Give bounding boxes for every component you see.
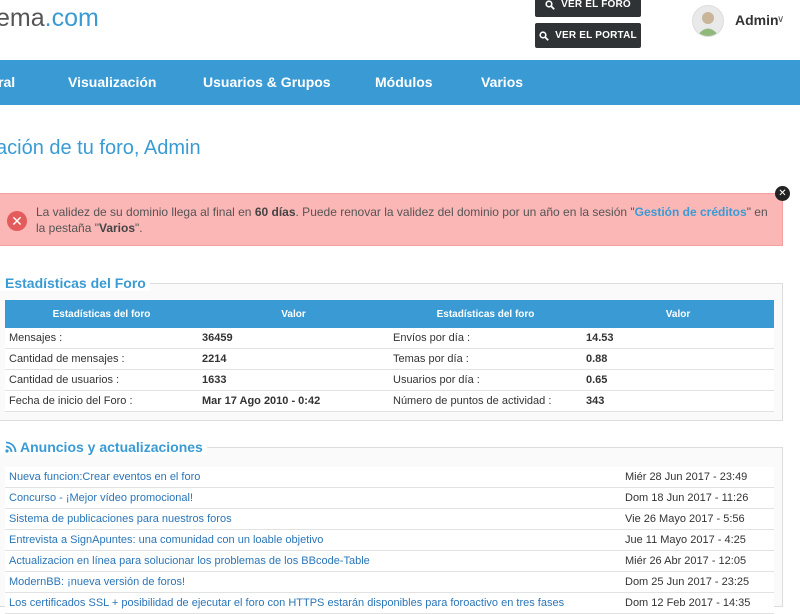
user-avatar-icon (693, 6, 723, 36)
top-header: ema.com VER EL FORO VER EL PORTAL Admin … (0, 0, 800, 60)
table-row: Cantidad de usuarios : 1633 Usuarios por… (5, 369, 774, 391)
stat-label: Mensajes : (5, 328, 198, 349)
column-header: Valor (198, 300, 389, 328)
alert-days: 60 días (254, 205, 296, 219)
stat-label: Fecha de inicio del Foro : (5, 390, 198, 412)
stat-label: Temas por día : (389, 348, 582, 370)
news-date: Dom 12 Feb 2017 - 14:35 (621, 592, 774, 614)
logo-text: ema (0, 4, 45, 32)
column-header: Estadísticas del foro (5, 300, 198, 328)
news-link[interactable]: Entrevista a SignApuntes: una comunidad … (5, 529, 621, 551)
stat-value: 0.88 (582, 348, 774, 370)
alert-text-1: La validez de su dominio llega al final … (36, 205, 255, 219)
tab-misc[interactable]: Varios (481, 74, 523, 90)
stat-label: Cantidad de usuarios : (5, 369, 198, 391)
page-title: ación de tu foro, Admin (0, 137, 201, 159)
stat-value: 0.65 (582, 369, 774, 391)
search-icon (545, 0, 555, 10)
table-row: Entrevista a SignApuntes: una comunidad … (5, 529, 774, 551)
news-link[interactable]: Sistema de publicaciones para nuestros f… (5, 508, 621, 530)
news-date: Jue 11 Mayo 2017 - 4:25 (621, 529, 774, 551)
view-portal-button[interactable]: VER EL PORTAL (535, 23, 641, 48)
error-icon: ✕ (7, 211, 27, 231)
rss-icon (5, 441, 17, 453)
stat-value: 2214 (198, 348, 389, 370)
table-row: Actualizacion en línea para solucionar l… (5, 550, 774, 572)
table-row: Concurso - ¡Mejor vídeo promocional! Dom … (5, 487, 774, 509)
alert-message: La validez de su dominio llega al final … (36, 204, 771, 236)
stat-value: Mar 17 Ago 2010 - 0:42 (198, 390, 389, 412)
main-nav: ral Visualización Usuarios & Grupos Módu… (0, 60, 800, 105)
news-link[interactable]: ModernBB: ¡nueva versión de foros! (5, 571, 621, 593)
table-row: Cantidad de mensajes : 2214 Temas por dí… (5, 348, 774, 370)
alert-tab-name: Varios (98, 221, 136, 235)
stats-title: Estadísticas del Foro (0, 275, 150, 291)
table-row: Los certificados SSL + posibilidad de ej… (5, 592, 774, 614)
stat-label: Número de puntos de actividad : (389, 390, 582, 412)
stat-value: 343 (582, 390, 774, 412)
stat-value: 1633 (198, 369, 389, 391)
close-icon[interactable]: ✕ (775, 186, 790, 201)
view-portal-label: VER EL PORTAL (555, 30, 637, 41)
stat-label: Envíos por día : (389, 328, 582, 349)
table-row: ModernBB: ¡nueva versión de foros! Dom 25… (5, 571, 774, 593)
column-header: Estadísticas del foro (389, 300, 582, 328)
news-link[interactable]: Concurso - ¡Mejor vídeo promocional! (5, 487, 621, 509)
news-title-wrap: Anuncios y actualizaciones (0, 439, 207, 455)
stat-label: Usuarios por día : (389, 369, 582, 391)
alert-text-4: ". (135, 221, 143, 235)
domain-expiry-alert: ✕ La validez de su dominio llega al fina… (0, 193, 783, 246)
table-row: Sistema de publicaciones para nuestros f… (5, 508, 774, 530)
stats-header-row: Estadísticas del foro Valor Estadísticas… (5, 300, 774, 328)
view-forum-button[interactable]: VER EL FORO (535, 0, 641, 17)
news-date: Miér 28 Jun 2017 - 23:49 (621, 467, 774, 488)
search-icon (539, 30, 549, 41)
tab-modules[interactable]: Módulos (375, 74, 433, 90)
avatar[interactable] (692, 5, 724, 37)
credits-link[interactable]: Gestión de créditos (635, 205, 747, 219)
alert-text-2: . Puede renovar la validez del dominio p… (295, 205, 635, 219)
news-link[interactable]: Nueva funcion:Crear eventos en el foro (5, 467, 621, 488)
news-date: Vie 26 Mayo 2017 - 5:56 (621, 508, 774, 530)
stat-value: 36459 (198, 328, 389, 349)
tab-users-groups[interactable]: Usuarios & Grupos (203, 74, 331, 90)
tab-general[interactable]: ral (0, 74, 15, 90)
table-row: Fecha de inicio del Foro : Mar 17 Ago 20… (5, 390, 774, 412)
logo-domain: .com (44, 4, 99, 32)
news-date: Dom 25 Jun 2017 - 23:25 (621, 571, 774, 593)
stat-value: 14.53 (582, 328, 774, 349)
user-menu-name[interactable]: Admin (735, 12, 779, 28)
site-logo[interactable]: ema.com (0, 4, 99, 33)
column-header: Valor (582, 300, 774, 328)
news-date: Dom 18 Jun 2017 - 11:26 (621, 487, 774, 509)
table-row: Nueva funcion:Crear eventos en el foro Mi… (5, 467, 774, 488)
news-link[interactable]: Actualizacion en línea para solucionar l… (5, 550, 621, 572)
stats-table: Estadísticas del foro Valor Estadísticas… (5, 300, 774, 412)
news-title: Anuncios y actualizaciones (20, 439, 203, 455)
stat-label: Cantidad de mensajes : (5, 348, 198, 370)
table-row: Mensajes : 36459 Envíos por día : 14.53 (5, 328, 774, 349)
chevron-down-icon[interactable]: ∨ (777, 14, 784, 25)
news-date: Miér 26 Abr 2017 - 12:05 (621, 550, 774, 572)
news-link[interactable]: Los certificados SSL + posibilidad de ej… (5, 592, 621, 614)
tab-display[interactable]: Visualización (68, 74, 156, 90)
news-table: Nueva funcion:Crear eventos en el foro Mi… (5, 467, 774, 614)
view-forum-label: VER EL FORO (561, 0, 631, 10)
